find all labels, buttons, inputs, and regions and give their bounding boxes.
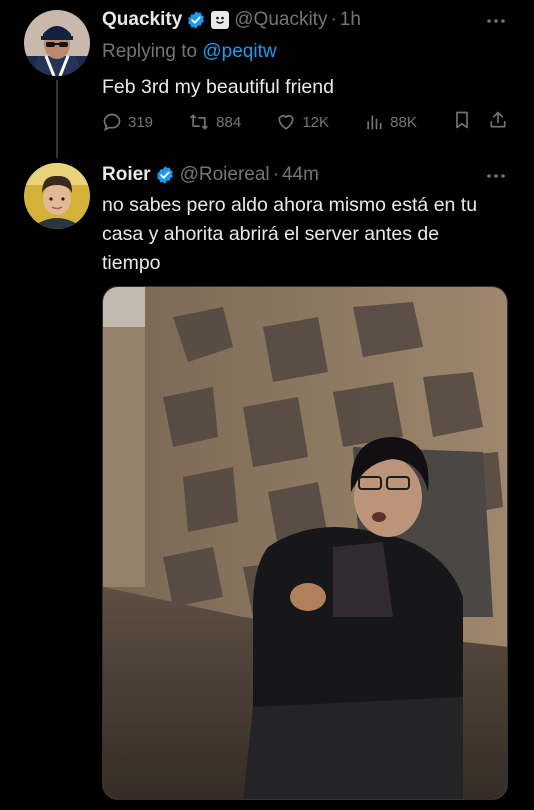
views-icon (364, 112, 384, 132)
timestamp[interactable]: 1h (340, 8, 361, 32)
thread-connector-line (56, 80, 58, 158)
replying-to: Replying to @peqitw (102, 40, 277, 64)
like-icon (276, 112, 296, 132)
reply-icon (102, 112, 122, 132)
tweet-thread: Quackity @Quackity · 1h Replying to @peq… (0, 0, 534, 810)
tweet-header: Roier @Roiereal · 44m (102, 163, 319, 187)
reply-button[interactable]: 319 (102, 112, 153, 132)
tweet-quackity[interactable]: Quackity @Quackity · 1h Replying to @peq… (0, 0, 534, 158)
reply-count: 319 (128, 113, 154, 131)
tweet-actions: 319 884 12K 88K (102, 110, 508, 134)
avatar[interactable] (24, 163, 90, 229)
verified-badge-icon (186, 10, 206, 30)
bookmark-icon[interactable] (452, 110, 472, 134)
separator-dot: · (272, 164, 279, 185)
views-button[interactable]: 88K (364, 112, 417, 132)
separator-dot: · (330, 9, 337, 30)
user-handle[interactable]: @Roiereal (180, 163, 270, 187)
like-button[interactable]: 12K (276, 112, 329, 132)
views-count: 88K (390, 113, 417, 131)
tweet-video[interactable] (102, 286, 508, 800)
retweet-count: 884 (216, 113, 242, 131)
verified-badge-icon (155, 165, 175, 185)
avatar[interactable] (24, 10, 90, 76)
tweet-text: no sabes pero aldo ahora mismo está en t… (102, 194, 478, 274)
retweet-button[interactable]: 884 (188, 112, 241, 132)
display-name[interactable]: Roier (102, 163, 151, 187)
display-name[interactable]: Quackity (102, 8, 182, 32)
tweet-text: Feb 3rd my beautiful friend (102, 76, 334, 98)
like-count: 12K (302, 113, 330, 131)
affiliate-badge-icon[interactable] (211, 11, 230, 29)
retweet-icon (188, 112, 210, 132)
tweet-header: Quackity @Quackity · 1h (102, 8, 361, 32)
more-icon[interactable] (486, 163, 506, 184)
secondary-actions (452, 110, 508, 134)
user-handle[interactable]: @Quackity (234, 8, 327, 32)
share-icon[interactable] (488, 110, 508, 134)
replying-to-prefix: Replying to (102, 41, 203, 62)
timestamp[interactable]: 44m (282, 163, 319, 187)
replying-to-handle-link[interactable]: @peqitw (202, 41, 276, 62)
more-icon[interactable] (486, 8, 506, 29)
